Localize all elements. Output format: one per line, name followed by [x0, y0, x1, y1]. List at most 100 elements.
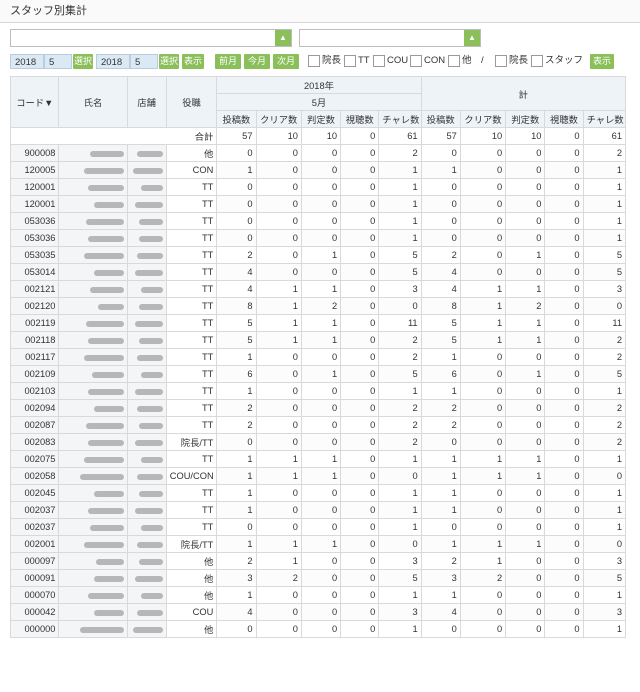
- table-row: 053036 TT 0 0 0 0 1 0 0 0 0 1: [9, 229, 627, 247]
- stat-cell: 2: [582, 416, 627, 434]
- chevron-up-icon[interactable]: ▲: [275, 30, 291, 46]
- stat-cell: 5: [378, 365, 422, 383]
- stat-cell: 0: [300, 348, 342, 366]
- year-from-field[interactable]: 2018: [10, 54, 44, 69]
- table-row: 000000 他 0 0 0 0 1 0 0 0 0 1: [9, 620, 627, 638]
- stat-cell: 5: [378, 569, 422, 587]
- stat-cell: 0: [340, 195, 380, 213]
- stat-cell: 0: [300, 484, 342, 502]
- stat-cell: 3: [216, 569, 257, 587]
- staff-name-blurred: [58, 144, 128, 162]
- filter-checkbox-other[interactable]: [448, 55, 460, 67]
- stat-cell: 0: [255, 212, 302, 230]
- stat-cell: 1: [582, 620, 627, 638]
- page-title: スタッフ別集計: [0, 0, 640, 23]
- store-select[interactable]: ▲: [10, 29, 292, 47]
- current-month-button[interactable]: 今月: [244, 54, 270, 69]
- filter-checkbox-tt[interactable]: [344, 55, 356, 67]
- store-name-blurred: [126, 467, 167, 485]
- stat-cell: 0: [378, 297, 422, 315]
- stat-cell: 1: [459, 467, 507, 485]
- month-from-field[interactable]: 5: [44, 54, 72, 69]
- select-to-button[interactable]: 選択: [159, 54, 179, 69]
- staff-code: 900008: [9, 144, 60, 162]
- staff-role: 他: [165, 144, 218, 162]
- stat-cell: 0: [300, 501, 342, 519]
- staff-name-blurred: [58, 467, 128, 485]
- stat-cell: 5: [582, 246, 627, 264]
- header-year: 2018年: [216, 76, 422, 94]
- store-name-blurred: [126, 382, 167, 400]
- filter-checkbox-director2[interactable]: [495, 55, 507, 67]
- filter-checkbox-cou[interactable]: [373, 55, 385, 67]
- select-row: ▲ ▲: [10, 29, 630, 47]
- stat-cell: 1: [420, 467, 461, 485]
- prev-month-button[interactable]: 前月: [215, 54, 241, 69]
- stat-cell: 1: [378, 212, 422, 230]
- table-row: 002087 TT 2 0 0 0 2 2 0 0 0 2: [9, 416, 627, 434]
- staff-role: 院長/TT: [165, 535, 218, 553]
- total-label: 合計: [9, 127, 218, 145]
- staff-code: 002045: [9, 484, 60, 502]
- stat-cell: 0: [505, 484, 546, 502]
- next-month-button[interactable]: 次月: [273, 54, 299, 69]
- total-cell: 0: [340, 127, 380, 145]
- show-button[interactable]: 表示: [182, 54, 204, 69]
- store-name-blurred: [126, 501, 167, 519]
- table-row: 002117 TT 1 0 0 0 2 1 0 0 0 2: [9, 348, 627, 366]
- staff-name-blurred: [58, 195, 128, 213]
- staff-name-blurred: [58, 450, 128, 468]
- stat-cell: 0: [544, 467, 584, 485]
- stat-cell: 3: [378, 280, 422, 298]
- stat-cell: 2: [216, 416, 257, 434]
- filter-checkbox-staff[interactable]: [531, 55, 543, 67]
- store-name-blurred: [126, 620, 167, 638]
- stat-cell: 0: [420, 620, 461, 638]
- staff-name-blurred: [58, 501, 128, 519]
- month-to-field[interactable]: 5: [130, 54, 158, 69]
- stat-cell: 0: [340, 620, 380, 638]
- select-from-button[interactable]: 選択: [73, 54, 93, 69]
- staff-name-blurred: [58, 518, 128, 536]
- stat-cell: 1: [378, 586, 422, 604]
- stat-cell: 1: [459, 280, 507, 298]
- staff-role: 他: [165, 569, 218, 587]
- stat-cell: 2: [420, 246, 461, 264]
- stat-cell: 0: [340, 348, 380, 366]
- stat-cell: 0: [459, 501, 507, 519]
- stat-cell: 1: [582, 450, 627, 468]
- filter-checkbox-con[interactable]: [410, 55, 422, 67]
- stat-cell: 0: [544, 501, 584, 519]
- stat-cell: 2: [420, 399, 461, 417]
- stat-cell: 0: [340, 484, 380, 502]
- stat-cell: 2: [420, 552, 461, 570]
- staff-code: 002037: [9, 518, 60, 536]
- staff-select[interactable]: ▲: [299, 29, 481, 47]
- total-cell: 61: [378, 127, 422, 145]
- staff-name-blurred: [58, 229, 128, 247]
- show-filter-button[interactable]: 表示: [590, 54, 614, 69]
- stat-cell: 0: [544, 229, 584, 247]
- stat-cell: 1: [300, 467, 342, 485]
- stat-cell: 1: [420, 484, 461, 502]
- staff-role: TT: [165, 246, 218, 264]
- staff-name-blurred: [58, 246, 128, 264]
- header-code[interactable]: コード▼: [9, 76, 60, 128]
- staff-name-blurred: [58, 365, 128, 383]
- stat-cell: 1: [300, 331, 342, 349]
- table-row: 002083 院長/TT 0 0 0 0 2 0 0 0 0 2: [9, 433, 627, 451]
- header-store: 店舗: [126, 76, 167, 128]
- stat-cell: 0: [459, 246, 507, 264]
- stat-cell: 0: [340, 382, 380, 400]
- chevron-up-icon[interactable]: ▲: [464, 30, 480, 46]
- stat-cell: 0: [255, 382, 302, 400]
- stat-cell: 0: [340, 178, 380, 196]
- stat-cell: 0: [216, 195, 257, 213]
- filter-checkbox-director[interactable]: [308, 55, 320, 67]
- year-to-field[interactable]: 2018: [96, 54, 130, 69]
- table-row: 002075 TT 1 1 1 0 1 1 1 1 0 1: [9, 450, 627, 468]
- stat-cell: 2: [216, 399, 257, 417]
- stat-cell: 0: [340, 331, 380, 349]
- stat-cell: 1: [216, 161, 257, 179]
- stat-cell: 0: [505, 161, 546, 179]
